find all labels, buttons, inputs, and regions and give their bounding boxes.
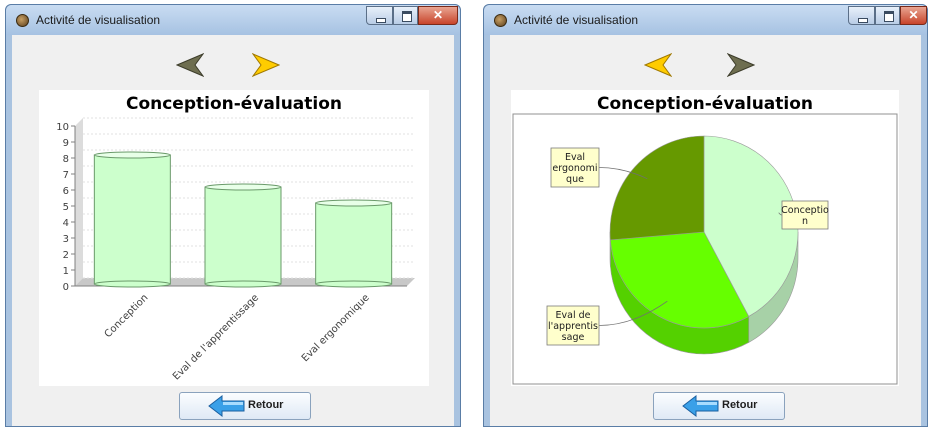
visualisation-window-pie: Activité de visualisation ✕ Conception-é… xyxy=(483,4,928,427)
close-button[interactable]: ✕ xyxy=(900,6,927,25)
chart-side-wall xyxy=(75,118,83,286)
y-tick-label: 6 xyxy=(63,186,69,197)
title-bar[interactable]: Activité de visualisation ✕ xyxy=(6,5,460,35)
retour-label: Retour xyxy=(722,399,758,411)
y-tick-label: 8 xyxy=(63,154,69,165)
slice-label: Eval del'apprentissage xyxy=(546,305,600,346)
minimize-button[interactable] xyxy=(848,6,875,25)
retour-button[interactable]: Retour xyxy=(179,392,311,420)
maximize-button[interactable] xyxy=(393,6,418,25)
x-category-label: Eval de l'apprentissage xyxy=(171,292,261,382)
bar xyxy=(315,199,393,288)
maximize-icon xyxy=(402,11,412,22)
y-tick-label: 0 xyxy=(63,282,69,293)
slice-label: Evalergonomique xyxy=(550,147,600,188)
minimize-icon xyxy=(376,18,386,23)
x-category-label: Conception xyxy=(103,292,151,340)
close-icon: ✕ xyxy=(432,8,444,22)
slice-label-text: Eval xyxy=(565,152,585,163)
minimize-icon xyxy=(858,18,868,23)
bar-chart-panel: Conception-évaluation 0 1 2 3 4 5 6 7 8 9 10 Concep… xyxy=(39,90,429,386)
y-tick-label: 5 xyxy=(63,202,69,213)
window-title: Activité de visualisation xyxy=(36,13,161,27)
x-category-label: Eval ergonomique xyxy=(300,292,372,364)
back-arrow-icon xyxy=(208,395,245,417)
minimize-button[interactable] xyxy=(366,6,393,25)
y-tick-label: 2 xyxy=(63,250,69,261)
slice-label-text: Conceptio xyxy=(781,205,829,216)
previous-arrow-button[interactable] xyxy=(176,53,204,77)
slice-label-text: sage xyxy=(562,332,585,343)
maximize-icon xyxy=(884,11,894,22)
slice-label-text: ergonomi xyxy=(552,163,597,174)
y-tick-label: 4 xyxy=(63,218,69,229)
slice-label-text: n xyxy=(802,216,808,227)
slice-label-text: l'apprentis xyxy=(548,321,598,332)
close-button[interactable]: ✕ xyxy=(418,6,458,25)
pie-chart: Conception Eval del'apprentissage Evalergo… xyxy=(512,113,898,385)
slice-label-text: Eval de xyxy=(556,310,591,321)
slice-label: Conception xyxy=(781,200,829,230)
app-icon xyxy=(494,14,507,27)
y-tick-label: 10 xyxy=(56,122,69,133)
bar xyxy=(93,151,171,288)
pie-chart-panel: Conception-évaluation Conceptio n Eval de l… xyxy=(511,90,899,386)
y-tick-label: 3 xyxy=(63,234,69,245)
bar-chart: 0 1 2 3 4 5 6 7 8 9 10 Conception Eval de l'apprenti… xyxy=(56,117,415,382)
close-icon: ✕ xyxy=(908,8,919,22)
maximize-button[interactable] xyxy=(875,6,900,25)
left-arrow-icon xyxy=(644,53,672,77)
window-client-area: Conception-évaluation Conceptio n Eval de l… xyxy=(490,35,921,426)
right-arrow-icon xyxy=(252,53,280,77)
y-tick-label: 9 xyxy=(63,138,69,149)
title-bar[interactable]: Activité de visualisation ✕ xyxy=(484,5,927,35)
retour-button[interactable]: Retour xyxy=(653,392,785,420)
next-arrow-button[interactable] xyxy=(727,53,755,77)
bar xyxy=(204,183,282,288)
slice-label-text: que xyxy=(566,174,584,185)
right-arrow-icon xyxy=(727,53,755,77)
retour-label: Retour xyxy=(248,399,284,411)
window-client-area: Conception-évaluation 0 1 2 3 4 5 6 7 8 9 10 Concep… xyxy=(12,35,454,426)
app-icon xyxy=(16,14,29,27)
y-tick-label: 7 xyxy=(63,170,69,181)
next-arrow-button[interactable] xyxy=(252,53,280,77)
visualisation-window-bar: Activité de visualisation ✕ Conception-é… xyxy=(5,4,461,427)
previous-arrow-button[interactable] xyxy=(644,53,672,77)
window-title: Activité de visualisation xyxy=(514,13,639,27)
left-arrow-icon xyxy=(176,53,204,77)
back-arrow-icon xyxy=(682,395,719,417)
y-tick-label: 1 xyxy=(63,266,69,277)
